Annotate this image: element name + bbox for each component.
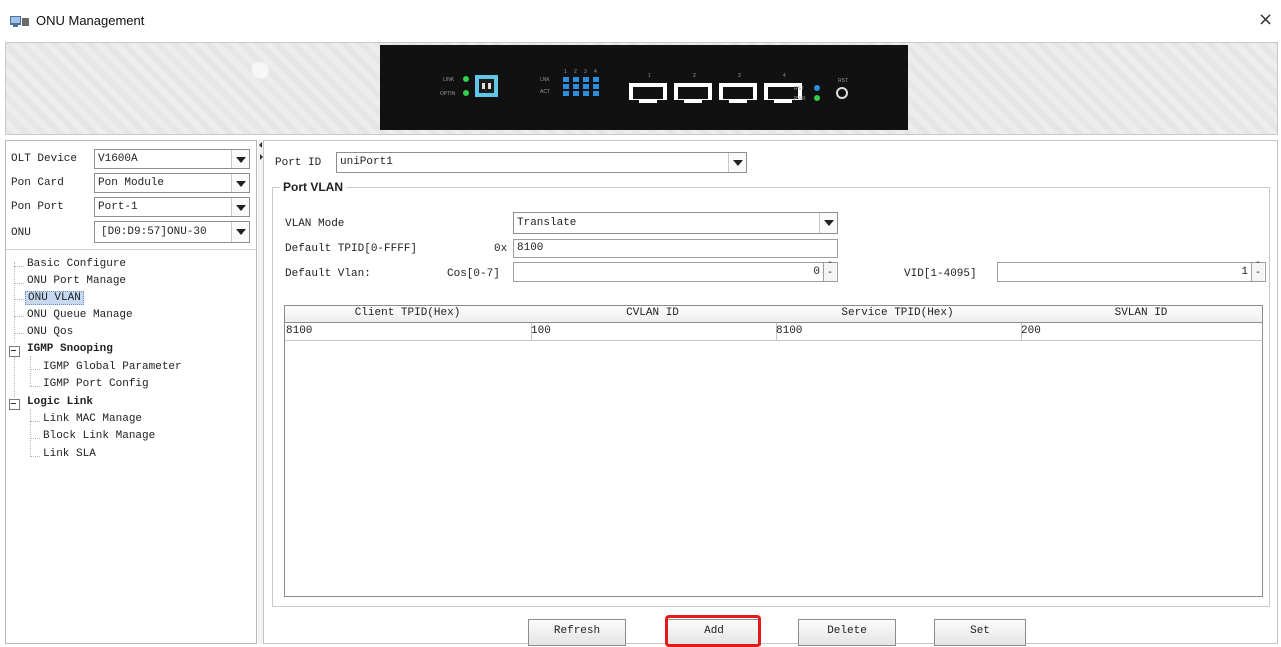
act-label: ACT bbox=[540, 89, 550, 95]
port-number: 2 bbox=[693, 73, 696, 79]
vlan-mode-label: VLAN Mode bbox=[285, 218, 345, 230]
led-number: 2 bbox=[574, 69, 577, 75]
decrement-icon[interactable] bbox=[824, 268, 836, 281]
cos-value: 0 bbox=[813, 266, 820, 278]
tree-item-logic-link[interactable]: Logic Link bbox=[27, 396, 93, 408]
tree-item-basic-configure[interactable]: Basic Configure bbox=[27, 258, 126, 270]
window-title: ONU Management bbox=[36, 13, 145, 28]
reset-button-label: RST bbox=[838, 78, 848, 84]
pon-card-label: Pon Card bbox=[11, 177, 64, 189]
port-id-select[interactable]: uniPort1 bbox=[336, 152, 747, 173]
pon-card-value: Pon Module bbox=[98, 177, 165, 189]
add-button-highlight bbox=[665, 615, 761, 647]
tree-item-igmp-port-config[interactable]: IGMP Port Config bbox=[43, 378, 149, 390]
chevron-down-icon[interactable] bbox=[231, 222, 249, 242]
rst-label: RST bbox=[794, 86, 804, 92]
onu-value: [D0:D9:57]ONU-30 bbox=[101, 226, 207, 238]
chevron-down-icon[interactable] bbox=[728, 153, 746, 172]
vlan-mode-select[interactable]: Translate bbox=[513, 212, 838, 234]
pon-card-select[interactable]: Pon Module bbox=[94, 173, 250, 193]
hex-prefix-label: 0x bbox=[494, 243, 508, 255]
link-led-icon bbox=[463, 76, 469, 82]
tree-item-onu-port-manage[interactable]: ONU Port Manage bbox=[27, 275, 126, 287]
app-icon bbox=[10, 14, 30, 28]
lnk-label: LNK bbox=[540, 77, 550, 83]
port-id-value: uniPort1 bbox=[340, 156, 393, 168]
port-number: 4 bbox=[783, 73, 786, 79]
tree-item-igmp-snooping[interactable]: IGMP Snooping bbox=[27, 343, 113, 355]
column-header[interactable]: SVLAN ID bbox=[1020, 306, 1262, 323]
rst-led-icon bbox=[814, 85, 820, 91]
tree-item-onu-qos[interactable]: ONU Qos bbox=[27, 326, 73, 338]
led-number: 1 bbox=[564, 69, 567, 75]
collapse-left-icon bbox=[259, 142, 262, 148]
collapse-icon[interactable] bbox=[9, 399, 20, 410]
chevron-down-icon[interactable] bbox=[231, 198, 249, 216]
decrement-icon[interactable] bbox=[1252, 268, 1264, 281]
optin-label: OPTIN bbox=[440, 91, 456, 97]
led-number: 3 bbox=[584, 69, 587, 75]
chevron-down-icon[interactable] bbox=[231, 150, 249, 168]
title-bar: ONU Management × bbox=[0, 0, 1281, 44]
port-number: 3 bbox=[738, 73, 741, 79]
refresh-button[interactable]: Refresh bbox=[528, 619, 626, 646]
close-icon[interactable]: × bbox=[1258, 9, 1273, 30]
table-cell[interactable]: 100 bbox=[530, 323, 777, 341]
cos-label: Cos[0-7] bbox=[447, 268, 500, 280]
default-vlan-label: Default Vlan: bbox=[285, 268, 371, 280]
olt-device-value: V1600A bbox=[98, 153, 138, 165]
pon-port-select[interactable]: Port-1 bbox=[94, 197, 250, 217]
spinner-buttons[interactable] bbox=[823, 258, 837, 281]
default-tpid-value: 8100 bbox=[517, 242, 544, 254]
vid-value: 1 bbox=[1241, 266, 1248, 278]
port-led-grid-icon bbox=[563, 77, 599, 96]
onu-select[interactable]: [D0:D9:57]ONU-30 bbox=[94, 221, 250, 243]
table-cell[interactable]: 8100 bbox=[285, 323, 532, 341]
tree-item-link-mac-manage[interactable]: Link MAC Manage bbox=[43, 413, 142, 425]
delete-button[interactable]: Delete bbox=[798, 619, 896, 646]
olt-device-label: OLT Device bbox=[11, 153, 78, 165]
vid-label: VID[1-4095] bbox=[904, 268, 977, 280]
tree-item-onu-vlan[interactable]: ONU VLAN bbox=[25, 291, 84, 305]
pon-port-value: Port-1 bbox=[98, 201, 138, 213]
reset-button-icon bbox=[836, 87, 848, 99]
column-header[interactable]: Service TPID(Hex) bbox=[775, 306, 1021, 323]
tree-item-block-link-manage[interactable]: Block Link Manage bbox=[43, 430, 155, 442]
port-vlan-title: Port VLAN bbox=[280, 180, 346, 194]
collapse-icon[interactable] bbox=[9, 346, 20, 357]
port-id-label: Port ID bbox=[275, 157, 322, 169]
vlan-translation-table: Client TPID(Hex) CVLAN ID Service TPID(H… bbox=[284, 305, 1263, 597]
tree-item-onu-queue-manage[interactable]: ONU Queue Manage bbox=[27, 309, 133, 321]
pon-port-label: Pon Port bbox=[11, 201, 64, 213]
divider bbox=[6, 249, 256, 250]
pwr-label: PWR bbox=[794, 96, 806, 102]
link-label: LINK bbox=[443, 77, 455, 83]
onu-device-panel: LINK OPTIN LNK ACT 1 2 3 4 1 2 3 4 RST P… bbox=[380, 45, 908, 130]
tree-item-link-sla[interactable]: Link SLA bbox=[43, 448, 96, 460]
default-tpid-input[interactable]: 8100 bbox=[513, 239, 838, 258]
vid-spinner[interactable]: 1 bbox=[997, 258, 1266, 282]
vlan-mode-value: Translate bbox=[517, 217, 577, 229]
onu-label: ONU bbox=[11, 227, 31, 239]
set-button[interactable]: Set bbox=[934, 619, 1026, 646]
olt-device-select[interactable]: V1600A bbox=[94, 149, 250, 169]
default-tpid-label: Default TPID[0-FFFF] bbox=[285, 243, 418, 255]
column-header[interactable]: CVLAN ID bbox=[530, 306, 776, 323]
cos-spinner[interactable]: 0 bbox=[513, 258, 838, 282]
chevron-down-icon[interactable] bbox=[231, 174, 249, 192]
tree-item-igmp-global-parameter[interactable]: IGMP Global Parameter bbox=[43, 361, 182, 373]
port-number: 1 bbox=[648, 73, 651, 79]
led-number: 4 bbox=[594, 69, 597, 75]
column-header[interactable]: Client TPID(Hex) bbox=[285, 306, 531, 323]
table-cell[interactable]: 8100 bbox=[775, 323, 1022, 341]
table-cell[interactable]: 200 bbox=[1020, 323, 1263, 341]
pwr-led-icon bbox=[814, 95, 820, 101]
chevron-down-icon[interactable] bbox=[819, 213, 837, 233]
optin-led-icon bbox=[463, 90, 469, 96]
spinner-buttons[interactable] bbox=[1251, 258, 1265, 281]
